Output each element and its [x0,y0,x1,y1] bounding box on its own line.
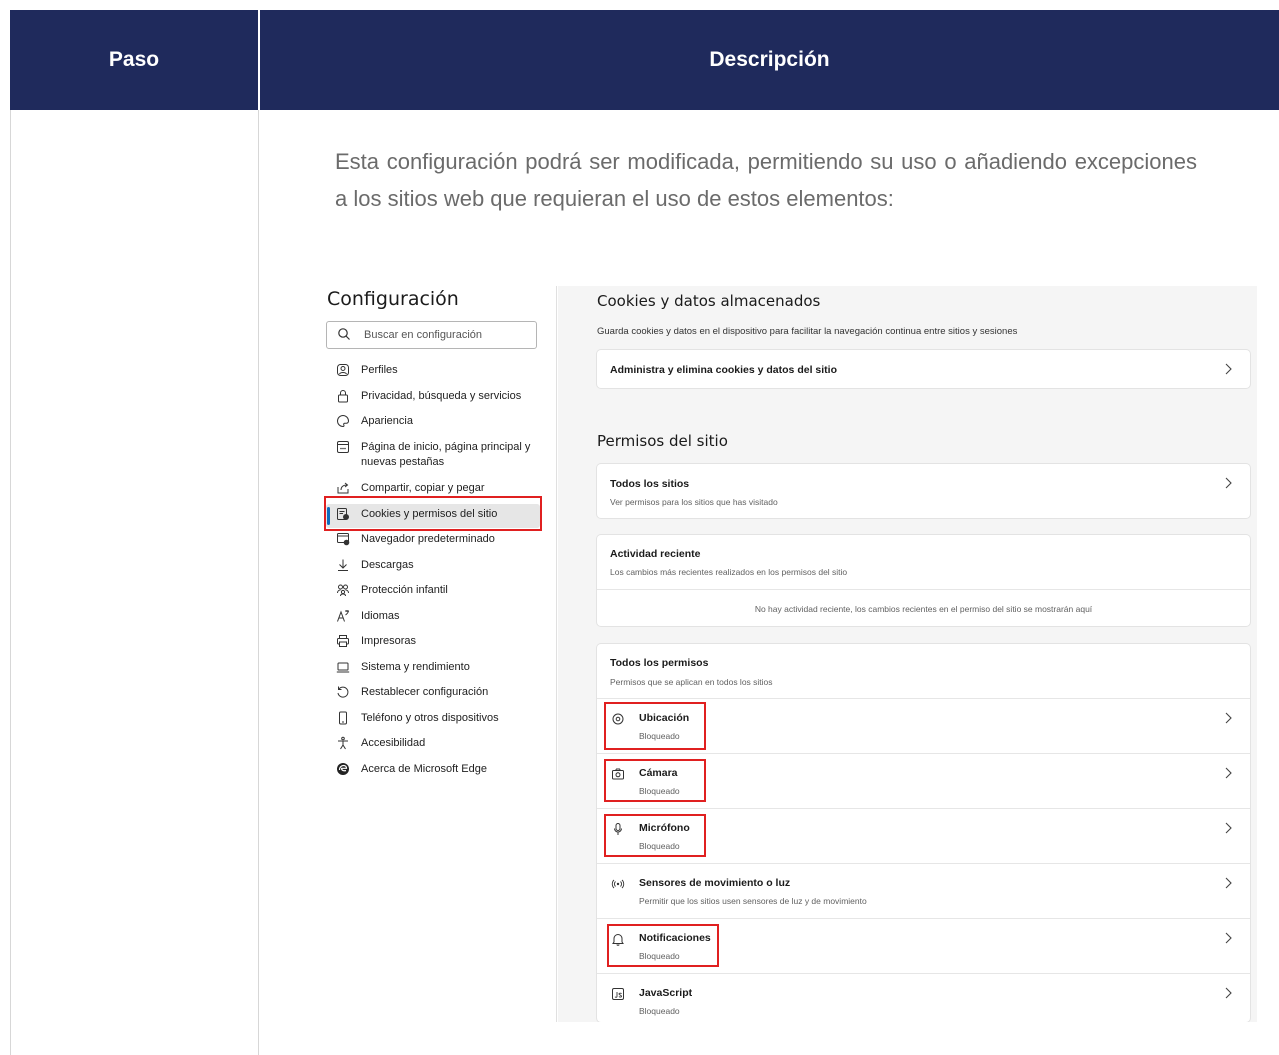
settings-main: Cookies y datos almacenados Guarda cooki… [558,286,1257,1022]
browser-icon [337,533,350,546]
permissions-heading: Permisos del sitio [597,432,728,450]
sidebar-item-label: Página de inicio, página principal y nue… [361,441,531,468]
permission-row-sensors[interactable]: Sensores de movimiento o luz Permitir qu… [597,864,1250,918]
language-icon [337,610,349,622]
step-description: Esta configuración podrá ser modificada,… [335,149,1197,211]
chevron-right-icon [1225,477,1232,489]
divider [597,589,1250,590]
sidebar-item-privacidad[interactable]: Privacidad, búsqueda y servicios [336,388,521,410]
share-icon [337,482,349,494]
sidebar-item-label: Acerca de Microsoft Edge [361,763,487,775]
sidebar-item-navegador[interactable]: Navegador predeterminado [336,531,495,553]
cookies-subtitle: Guarda cookies y datos en el dispositivo… [597,326,1018,337]
sidebar-item-apariencia[interactable]: Apariencia [336,413,413,435]
highlight-box-camera [604,759,706,802]
sidebar-item-label: Impresoras [361,635,417,647]
recent-activity-empty: No hay actividad reciente, los cambios r… [754,604,1093,614]
all-sites-desc: Ver permisos para los sitios que has vis… [610,497,778,507]
settings-sidebar: Configuración Buscar en configuración Pe… [324,286,557,1022]
accessibility-icon [338,736,348,750]
highlight-box-notifications [607,924,719,967]
all-sites-title: Todos los sitios [610,478,690,490]
laptop-icon [336,662,350,673]
phone-icon [339,711,347,725]
settings-screenshot: Configuración Buscar en configuración Pe… [324,286,1257,1022]
sidebar-item-descargas[interactable]: Descargas [336,557,414,579]
sensor-icon [611,879,625,889]
all-sites-card[interactable]: Todos los sitios Ver permisos para los s… [597,464,1250,518]
sidebar-item-label: Sistema y rendimiento [361,661,470,673]
sidebar-item-accesibilidad[interactable]: Accesibilidad [336,735,425,757]
table-header: Paso Descripción [10,10,1279,110]
sidebar-item-impresoras[interactable]: Impresoras [336,633,416,655]
sidebar-item-label: Restablecer configuración [361,686,489,698]
all-permissions-desc: Permisos que se aplican en todos los sit… [610,677,773,687]
sidebar-item-perfiles[interactable]: Perfiles [336,362,398,384]
recent-activity-title: Actividad reciente [610,548,701,560]
sidebar-item-label: Teléfono y otros dispositivos [361,712,499,724]
manage-cookies-label: Administra y elimina cookies y datos del… [610,364,837,376]
sidebar-item-label: Protección infantil [361,584,448,596]
sidebar-item-label: Compartir, copiar y pegar [361,482,485,494]
chevron-right-icon [1225,932,1232,944]
sidebar-item-label: Apariencia [361,415,413,427]
chevron-right-icon [1225,712,1232,724]
recent-activity-desc: Los cambios más recientes realizados en … [610,567,848,577]
family-icon [337,584,349,597]
reset-icon [337,686,349,698]
all-permissions-title: Todos los permisos [610,657,709,669]
header-step: Paso [108,48,160,71]
lock-icon [338,390,348,403]
sidebar-item-idiomas[interactable]: Idiomas [336,608,400,630]
sidebar-item-label: Idiomas [361,610,400,622]
search-icon [338,328,350,340]
permission-title: Sensores de movimiento o luz [639,877,791,889]
download-icon [338,559,348,571]
permission-title: JavaScript [639,987,693,999]
sidebar-item-acerca[interactable]: Acerca de Microsoft Edge [336,761,487,783]
table-column-divider [258,110,259,1055]
sidebar-item-proteccion[interactable]: Protección infantil [336,582,448,604]
highlight-box-microphone [604,814,706,857]
printer-icon [337,635,349,647]
chevron-right-icon [1225,877,1232,889]
header-description: Descripción [709,48,830,71]
chevron-right-icon [1225,363,1232,375]
search-placeholder: Buscar en configuración [364,329,483,341]
sidebar-item-restablecer[interactable]: Restablecer configuración [336,684,488,706]
home-tab-icon [337,441,349,453]
sidebar-item-label: Perfiles [361,364,398,376]
highlight-box-cookies [324,496,542,531]
sidebar-item-label: Descargas [361,559,414,571]
sidebar-item-label: Navegador predeterminado [361,533,495,545]
profile-icon [337,364,349,376]
edge-logo-icon [337,763,349,775]
sidebar-item-sistema[interactable]: Sistema y rendimiento [336,659,470,681]
manage-cookies-card[interactable]: Administra y elimina cookies y datos del… [597,350,1250,388]
permission-status: Bloqueado [639,1006,680,1016]
palette-icon [337,414,349,428]
sidebar-item-telefono[interactable]: Teléfono y otros dispositivos [336,710,499,732]
chevron-right-icon [1225,822,1232,834]
sidebar-item-label: Privacidad, búsqueda y servicios [361,390,522,402]
sidebar-item-pagina-inicio[interactable]: Página de inicio, página principal y nue… [336,439,536,473]
permission-status: Permitir que los sitios usen sensores de… [639,896,867,906]
chevron-right-icon [1225,987,1232,999]
permission-row-javascript[interactable]: JavaScript Bloqueado [597,974,1250,1022]
settings-title: Configuración [327,288,459,310]
javascript-icon [612,988,624,1000]
table-border-left [10,110,11,1055]
recent-activity-card: Actividad reciente Los cambios más recie… [597,535,1250,626]
highlight-box-location [604,702,706,750]
sidebar-item-label: Accesibilidad [361,737,426,749]
cookies-heading: Cookies y datos almacenados [597,292,821,310]
search-input[interactable]: Buscar en configuración [326,321,537,349]
chevron-right-icon [1225,767,1232,779]
